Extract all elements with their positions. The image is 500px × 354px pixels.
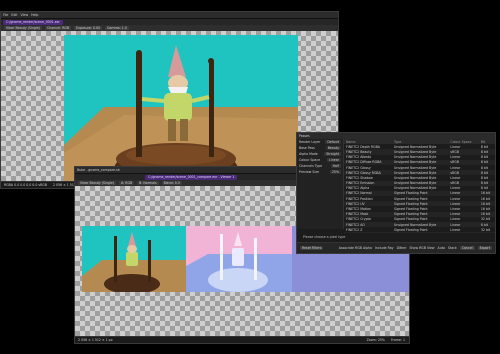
blend-field[interactable]: Blend: 0.5 <box>161 181 182 185</box>
image-resolution: 2 056 × 1 512 × 1 px <box>78 338 113 342</box>
pixel-type-hint: Please choose a pixel type <box>303 235 346 239</box>
menu-view[interactable]: View <box>21 13 29 17</box>
input-a-dropdown[interactable]: A: RGB <box>119 181 135 185</box>
pass-bit-cell: 8 bit <box>478 232 495 233</box>
image-resolution: 2 056 × 1 512 <box>52 183 76 187</box>
passes-table: Name Type Colour Space Bit FINETC2 Depth… <box>344 139 495 233</box>
export-button[interactable]: Export <box>477 246 492 250</box>
view-mode-dropdown[interactable]: View: Beauty (Single) <box>78 181 117 185</box>
auto-toggle[interactable]: Auto <box>438 246 445 250</box>
channel-dropdown[interactable]: Channel: RGB <box>45 26 72 30</box>
include-ray-toggle[interactable]: Include Ray <box>375 246 394 250</box>
dither-toggle[interactable]: Dither <box>397 246 407 250</box>
exposure-field[interactable]: Exposure: 0.00 <box>74 26 103 30</box>
reset-filters-button[interactable]: Reset Filters <box>300 246 324 250</box>
pass-type-cell: Unsigned Normalized Byte <box>392 232 449 233</box>
menu-edit[interactable]: Edit <box>11 13 17 17</box>
pass-thumbnail-position[interactable] <box>186 226 292 292</box>
zoom-level: Zoom: 25% <box>366 338 385 342</box>
menu-bar: File Edit View Help <box>1 12 338 19</box>
cancel-button[interactable]: Cancel <box>459 246 475 250</box>
input-b-dropdown[interactable]: B: Normals <box>137 181 159 185</box>
setting-preview-size[interactable]: Preview Size 25% <box>297 169 343 175</box>
associate-rgb-alpha-toggle[interactable]: Associate RGB Alpha <box>339 246 372 250</box>
passes-table-container: Name Type Colour Space Bit FINETC2 Depth… <box>344 139 495 233</box>
window-title: Nuke - gnome_compare.nk <box>77 168 120 172</box>
gamma-field[interactable]: Gamma: 1.0 <box>105 26 129 30</box>
render-image <box>64 35 298 185</box>
viewer-window-back: File Edit View Help C:/gnome_render/scen… <box>0 11 339 189</box>
stack-toggle[interactable]: Stack <box>448 246 457 250</box>
menu-help[interactable]: Help <box>31 13 38 17</box>
pass-colour-space-cell: Linear <box>448 232 479 233</box>
settings-column: Render Layer Default Base Pass Beauty Al… <box>297 139 344 229</box>
menu-file[interactable]: File <box>3 13 8 17</box>
dialog-title: Passes <box>299 134 310 138</box>
pass-thumbnail-beauty[interactable] <box>82 226 186 292</box>
viewer-canvas[interactable] <box>1 31 338 185</box>
passes-dialog: Passes Render Layer Default Base Pass Be… <box>296 132 496 254</box>
view-mode-dropdown[interactable]: View: Beauty (Single) <box>4 26 43 30</box>
dialog-footer: Reset Filters Associate RGB Alpha Includ… <box>297 242 495 253</box>
pass-name-cell: FINETC2 ID <box>344 232 392 233</box>
table-row[interactable]: FINETC2 IDUnsigned Normalized ByteLinear… <box>344 232 495 233</box>
show-rgb-view-toggle[interactable]: Show RGB View <box>409 246 434 250</box>
tab-compare-file[interactable]: C:/gnome_render/scene_0001_compare.exr -… <box>145 174 238 180</box>
status-bar-front: 2 056 × 1 512 × 1 px Zoom: 25% Frame: 1 <box>75 336 409 343</box>
tab-scene-file[interactable]: C:/gnome_render/scene_0001.exr <box>3 19 63 25</box>
passes-table-body: FINETC2 Depth RGBA Unsigned Normalized By… <box>344 144 495 233</box>
pixel-readout: RGBA 0.0 0.0 0.0 0.0 sRGB <box>4 183 47 187</box>
frame-number: Frame: 1 <box>390 338 405 342</box>
